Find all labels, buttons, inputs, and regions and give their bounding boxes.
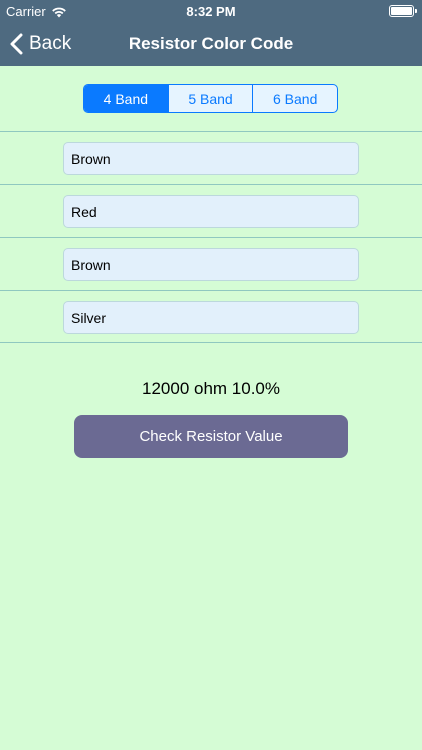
band-row-4: Silver [0,290,422,343]
band-row-2: Red [0,184,422,237]
band-3-picker[interactable]: Brown [63,248,359,281]
status-time: 8:32 PM [186,4,236,19]
page-title: Resistor Color Code [128,34,294,53]
resistance-result: 12000 ohm 10.0% [142,379,280,398]
band-2-picker[interactable]: Red [63,195,359,228]
battery-icon [389,5,417,17]
band-1-picker[interactable]: Brown [63,142,359,175]
band-list: Brown Red Brown Silver [0,131,422,343]
top-bar: Carrier 8:32 PM Back Resistor Color Code [0,0,422,66]
segment-4-band[interactable]: 4 Band [84,85,168,112]
band-row-3: Brown [0,237,422,290]
segment-6-band[interactable]: 6 Band [252,85,337,112]
band-row-1: Brown [0,131,422,184]
status-bar: Carrier 8:32 PM [0,0,422,22]
check-resistor-value-button[interactable]: Check Resistor Value [74,415,348,458]
band-count-selector: 4 Band 5 Band 6 Band [83,84,338,113]
band-4-picker[interactable]: Silver [63,301,359,334]
navigation-bar: Back Resistor Color Code [0,22,422,66]
segment-5-band[interactable]: 5 Band [167,85,253,112]
